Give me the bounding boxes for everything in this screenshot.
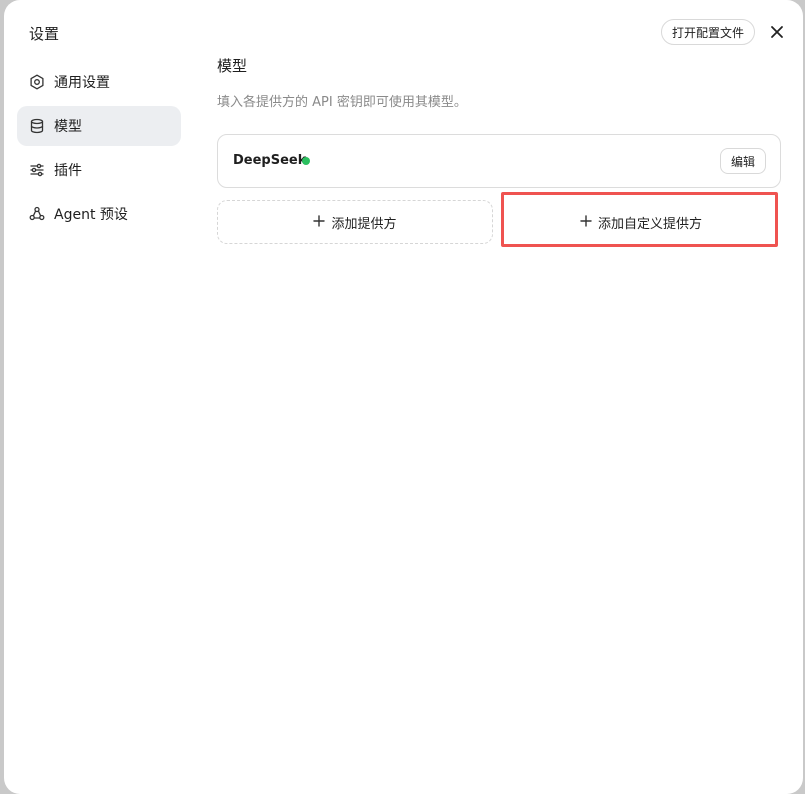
section-description: 填入各提供方的 API 密钥即可使用其模型。 <box>217 95 467 110</box>
add-provider-button[interactable]: 添加提供方 <box>217 200 493 244</box>
provider-name: DeepSeek <box>233 153 307 168</box>
close-icon <box>771 26 783 38</box>
sidebar-item-label: Agent 预设 <box>54 207 128 223</box>
status-dot <box>302 157 310 165</box>
gear-icon <box>28 73 46 91</box>
edit-button[interactable]: 编辑 <box>720 148 766 174</box>
sidebar-item-general[interactable]: 通用设置 <box>17 62 181 102</box>
agent-icon <box>28 205 46 223</box>
provider-card-deepseek[interactable]: DeepSeek 编辑 <box>217 134 781 188</box>
sidebar-item-agent-presets[interactable]: Agent 预设 <box>17 194 181 234</box>
add-provider-label: 添加提供方 <box>331 216 397 232</box>
sidebar-item-label: 模型 <box>54 119 82 135</box>
close-button[interactable] <box>767 21 787 43</box>
plus-icon <box>313 214 326 230</box>
highlight-box <box>501 192 778 247</box>
sidebar-item-models[interactable]: 模型 <box>17 106 181 146</box>
open-config-file-button[interactable]: 打开配置文件 <box>661 19 755 45</box>
sliders-icon <box>28 161 46 179</box>
sidebar-item-label: 插件 <box>54 163 82 179</box>
database-icon <box>28 117 46 135</box>
dialog-title: 设置 <box>29 25 60 43</box>
sidebar-item-label: 通用设置 <box>54 75 110 91</box>
section-title: 模型 <box>217 57 248 75</box>
settings-dialog: 设置 打开配置文件 通用设置 模型 插件 Agent 预设 模型 填入各提供方的… <box>4 0 803 794</box>
sidebar-item-plugins[interactable]: 插件 <box>17 150 181 190</box>
